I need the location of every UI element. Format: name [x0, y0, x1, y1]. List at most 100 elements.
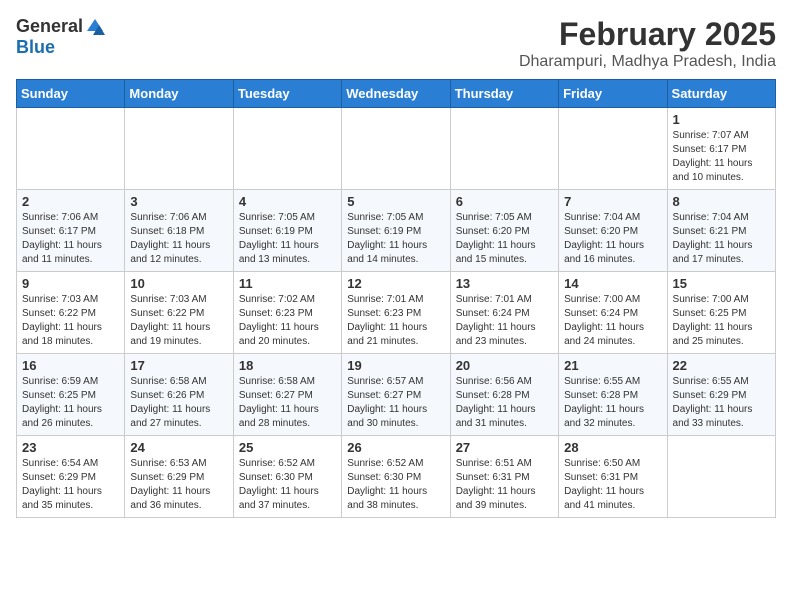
day-number: 8 [673, 194, 770, 209]
day-info: Sunrise: 7:05 AM Sunset: 6:20 PM Dayligh… [456, 211, 553, 267]
day-number: 2 [22, 194, 119, 209]
logo-general-text: General [16, 16, 83, 37]
week-row-3: 9 Sunrise: 7:03 AM Sunset: 6:22 PM Daylig… [17, 272, 776, 354]
weekday-header-row: SundayMondayTuesdayWednesdayThursdayFrid… [17, 80, 776, 108]
day-number: 5 [347, 194, 444, 209]
day-number: 1 [673, 112, 770, 127]
calendar-cell: 9 Sunrise: 7:03 AM Sunset: 6:22 PM Daylig… [17, 272, 125, 354]
day-info: Sunrise: 6:56 AM Sunset: 6:28 PM Dayligh… [456, 375, 553, 431]
location-text: Dharampuri, Madhya Pradesh, India [519, 53, 776, 71]
day-number: 26 [347, 440, 444, 455]
calendar-cell: 17 Sunrise: 6:58 AM Sunset: 6:26 PM Dayli… [125, 354, 233, 436]
calendar-cell: 14 Sunrise: 7:00 AM Sunset: 6:24 PM Dayli… [559, 272, 667, 354]
day-number: 19 [347, 358, 444, 373]
calendar-cell: 21Sunrise: 6:55 AM Sunset: 6:28 PM Dayli… [559, 354, 667, 436]
day-number: 3 [130, 194, 227, 209]
calendar-cell [450, 108, 558, 190]
day-info: Sunrise: 7:05 AM Sunset: 6:19 PM Dayligh… [347, 211, 444, 267]
calendar-cell: 25 Sunrise: 6:52 AM Sunset: 6:30 PM Dayli… [233, 436, 341, 518]
calendar-cell: 1 Sunrise: 7:07 AM Sunset: 6:17 PM Daylig… [667, 108, 775, 190]
calendar-cell: 11 Sunrise: 7:02 AM Sunset: 6:23 PM Dayli… [233, 272, 341, 354]
calendar-cell: 28 Sunrise: 6:50 AM Sunset: 6:31 PM Dayli… [559, 436, 667, 518]
calendar-cell: 12 Sunrise: 7:01 AM Sunset: 6:23 PM Dayli… [342, 272, 450, 354]
calendar-cell: 26 Sunrise: 6:52 AM Sunset: 6:30 PM Dayli… [342, 436, 450, 518]
weekday-header-thursday: Thursday [450, 80, 558, 108]
day-info: Sunrise: 6:50 AM Sunset: 6:31 PM Dayligh… [564, 457, 661, 513]
day-number: 17 [130, 358, 227, 373]
day-info: Sunrise: 7:00 AM Sunset: 6:25 PM Dayligh… [673, 293, 770, 349]
calendar-cell: 22Sunrise: 6:55 AM Sunset: 6:29 PM Dayli… [667, 354, 775, 436]
day-info: Sunrise: 7:03 AM Sunset: 6:22 PM Dayligh… [22, 293, 119, 349]
weekday-header-wednesday: Wednesday [342, 80, 450, 108]
day-number: 27 [456, 440, 553, 455]
day-number: 24 [130, 440, 227, 455]
day-info: Sunrise: 7:07 AM Sunset: 6:17 PM Dayligh… [673, 129, 770, 185]
calendar-cell: 4 Sunrise: 7:05 AM Sunset: 6:19 PM Daylig… [233, 190, 341, 272]
day-number: 12 [347, 276, 444, 291]
day-info: Sunrise: 6:58 AM Sunset: 6:26 PM Dayligh… [130, 375, 227, 431]
day-info: Sunrise: 6:54 AM Sunset: 6:29 PM Dayligh… [22, 457, 119, 513]
day-number: 13 [456, 276, 553, 291]
calendar-cell: 19 Sunrise: 6:57 AM Sunset: 6:27 PM Dayli… [342, 354, 450, 436]
calendar-cell: 24 Sunrise: 6:53 AM Sunset: 6:29 PM Dayli… [125, 436, 233, 518]
day-number: 14 [564, 276, 661, 291]
day-number: 21 [564, 358, 661, 373]
calendar-cell [667, 436, 775, 518]
calendar-cell: 6 Sunrise: 7:05 AM Sunset: 6:20 PM Daylig… [450, 190, 558, 272]
calendar-cell [17, 108, 125, 190]
logo-blue-text: Blue [16, 37, 55, 58]
day-number: 9 [22, 276, 119, 291]
day-info: Sunrise: 7:05 AM Sunset: 6:19 PM Dayligh… [239, 211, 336, 267]
calendar-cell: 2Sunrise: 7:06 AM Sunset: 6:17 PM Daylig… [17, 190, 125, 272]
weekday-header-saturday: Saturday [667, 80, 775, 108]
calendar-cell: 10 Sunrise: 7:03 AM Sunset: 6:22 PM Dayli… [125, 272, 233, 354]
calendar-cell: 18 Sunrise: 6:58 AM Sunset: 6:27 PM Dayli… [233, 354, 341, 436]
calendar-cell [125, 108, 233, 190]
day-info: Sunrise: 6:57 AM Sunset: 6:27 PM Dayligh… [347, 375, 444, 431]
day-number: 20 [456, 358, 553, 373]
calendar-table: SundayMondayTuesdayWednesdayThursdayFrid… [16, 79, 776, 518]
day-info: Sunrise: 7:02 AM Sunset: 6:23 PM Dayligh… [239, 293, 336, 349]
day-info: Sunrise: 6:52 AM Sunset: 6:30 PM Dayligh… [347, 457, 444, 513]
day-info: Sunrise: 7:04 AM Sunset: 6:21 PM Dayligh… [673, 211, 770, 267]
weekday-header-tuesday: Tuesday [233, 80, 341, 108]
day-info: Sunrise: 6:52 AM Sunset: 6:30 PM Dayligh… [239, 457, 336, 513]
day-number: 25 [239, 440, 336, 455]
day-number: 7 [564, 194, 661, 209]
calendar-cell: 8 Sunrise: 7:04 AM Sunset: 6:21 PM Daylig… [667, 190, 775, 272]
day-info: Sunrise: 7:00 AM Sunset: 6:24 PM Dayligh… [564, 293, 661, 349]
day-info: Sunrise: 6:53 AM Sunset: 6:29 PM Dayligh… [130, 457, 227, 513]
calendar-cell: 5 Sunrise: 7:05 AM Sunset: 6:19 PM Daylig… [342, 190, 450, 272]
calendar-cell: 3 Sunrise: 7:06 AM Sunset: 6:18 PM Daylig… [125, 190, 233, 272]
day-number: 11 [239, 276, 336, 291]
calendar-cell [233, 108, 341, 190]
calendar-cell: 13Sunrise: 7:01 AM Sunset: 6:24 PM Dayli… [450, 272, 558, 354]
calendar-cell: 7 Sunrise: 7:04 AM Sunset: 6:20 PM Daylig… [559, 190, 667, 272]
calendar-cell [559, 108, 667, 190]
calendar-cell: 16Sunrise: 6:59 AM Sunset: 6:25 PM Dayli… [17, 354, 125, 436]
weekday-header-friday: Friday [559, 80, 667, 108]
day-number: 18 [239, 358, 336, 373]
week-row-2: 2Sunrise: 7:06 AM Sunset: 6:17 PM Daylig… [17, 190, 776, 272]
header-right: February 2025 Dharampuri, Madhya Pradesh… [519, 16, 776, 71]
month-title: February 2025 [519, 16, 776, 53]
calendar-cell: 23Sunrise: 6:54 AM Sunset: 6:29 PM Dayli… [17, 436, 125, 518]
day-number: 16 [22, 358, 119, 373]
day-number: 4 [239, 194, 336, 209]
day-number: 28 [564, 440, 661, 455]
day-number: 10 [130, 276, 227, 291]
calendar-cell: 20 Sunrise: 6:56 AM Sunset: 6:28 PM Dayli… [450, 354, 558, 436]
day-info: Sunrise: 6:51 AM Sunset: 6:31 PM Dayligh… [456, 457, 553, 513]
day-number: 6 [456, 194, 553, 209]
page-header: General Blue February 2025 Dharampuri, M… [16, 16, 776, 71]
day-info: Sunrise: 6:58 AM Sunset: 6:27 PM Dayligh… [239, 375, 336, 431]
calendar-cell: 15 Sunrise: 7:00 AM Sunset: 6:25 PM Dayli… [667, 272, 775, 354]
day-info: Sunrise: 7:03 AM Sunset: 6:22 PM Dayligh… [130, 293, 227, 349]
weekday-header-monday: Monday [125, 80, 233, 108]
day-info: Sunrise: 7:04 AM Sunset: 6:20 PM Dayligh… [564, 211, 661, 267]
day-number: 15 [673, 276, 770, 291]
day-info: Sunrise: 7:06 AM Sunset: 6:18 PM Dayligh… [130, 211, 227, 267]
logo: General Blue [16, 16, 105, 58]
week-row-5: 23Sunrise: 6:54 AM Sunset: 6:29 PM Dayli… [17, 436, 776, 518]
day-info: Sunrise: 7:01 AM Sunset: 6:23 PM Dayligh… [347, 293, 444, 349]
